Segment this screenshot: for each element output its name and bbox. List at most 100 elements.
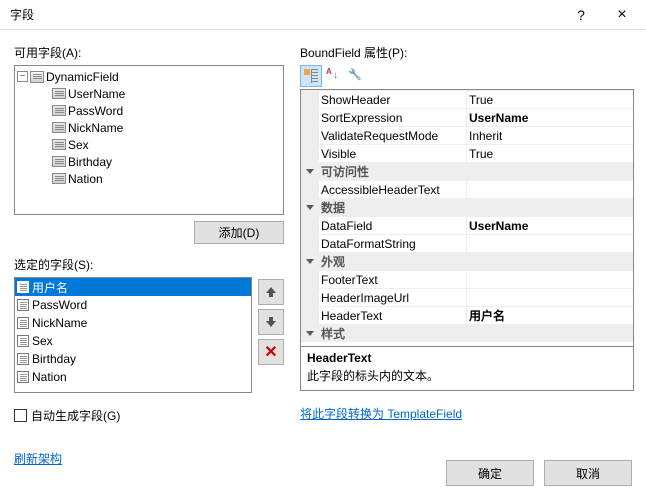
category-label: 可访问性 (319, 163, 467, 180)
field-icon (52, 156, 66, 167)
selected-fields-list[interactable]: 用户名 PassWord NickName Sex Birthday Nation (14, 277, 252, 393)
property-value[interactable] (467, 181, 633, 198)
property-row[interactable]: HeaderImageUrl (301, 288, 633, 306)
expand-icon (306, 331, 314, 336)
ok-button[interactable]: 确定 (446, 460, 534, 486)
tree-item-label: Nation (68, 172, 103, 186)
property-name: DataFormatString (319, 235, 467, 252)
window-title: 字段 (10, 6, 562, 23)
add-button[interactable]: 添加(D) (194, 221, 284, 244)
property-description: HeaderText 此字段的标头内的文本。 (300, 347, 634, 391)
list-item[interactable]: Nation (15, 368, 251, 386)
property-row[interactable]: ShowHeaderTrue (301, 90, 633, 108)
expand-icon (306, 205, 314, 210)
tree-item[interactable]: NickName (15, 119, 283, 136)
categorized-icon (304, 69, 318, 83)
property-value[interactable] (467, 271, 633, 288)
property-category[interactable]: 数据 (301, 198, 633, 216)
refresh-schema-link[interactable]: 刷新架构 (14, 452, 62, 466)
property-grid[interactable]: ShowHeaderTrueSortExpressionUserNameVali… (300, 89, 634, 347)
field-icon (52, 105, 66, 116)
list-item[interactable]: Birthday (15, 350, 251, 368)
property-value[interactable] (467, 235, 633, 252)
list-item-icon (17, 353, 29, 365)
property-value[interactable]: True (467, 91, 633, 108)
property-pages-button[interactable] (344, 65, 366, 87)
property-toolbar (300, 65, 634, 87)
property-value[interactable]: UserName (467, 109, 633, 126)
move-down-button[interactable] (258, 309, 284, 335)
close-button[interactable]: × (600, 1, 644, 29)
tree-item-label: PassWord (68, 104, 123, 118)
cancel-button[interactable]: 取消 (544, 460, 632, 486)
tree-item-label: NickName (68, 121, 123, 135)
list-item[interactable]: 用户名 (15, 278, 251, 296)
auto-generate-label: 自动生成字段(G) (31, 407, 120, 424)
tree-item[interactable]: Sex (15, 136, 283, 153)
property-name: ShowHeader (319, 91, 467, 108)
property-name: AccessibleHeaderText (319, 181, 467, 198)
arrow-down-icon (264, 315, 278, 329)
property-value[interactable]: UserName (467, 217, 633, 234)
alphabetical-button[interactable] (322, 65, 344, 87)
category-label: 外观 (319, 253, 467, 270)
field-icon (52, 122, 66, 133)
auto-generate-checkbox[interactable] (14, 409, 27, 422)
convert-templatefield-link[interactable]: 将此字段转换为 TemplateField (300, 407, 462, 421)
property-value[interactable]: True (467, 145, 633, 162)
list-item[interactable]: PassWord (15, 296, 251, 314)
list-item[interactable]: NickName (15, 314, 251, 332)
expand-icon (306, 169, 314, 174)
property-row[interactable]: AccessibleHeaderText (301, 180, 633, 198)
tree-root-label: DynamicField (46, 70, 119, 84)
property-name: SortExpression (319, 109, 467, 126)
list-item-label: PassWord (32, 298, 87, 312)
move-up-button[interactable] (258, 279, 284, 305)
tree-item[interactable]: Nation (15, 170, 283, 187)
category-label: 数据 (319, 199, 467, 216)
delete-x-icon: ✕ (264, 342, 277, 362)
property-row[interactable]: FooterText (301, 270, 633, 288)
tree-item[interactable]: Birthday (15, 153, 283, 170)
property-row[interactable]: DataFieldUserName (301, 216, 633, 234)
description-title: HeaderText (307, 351, 627, 365)
tree-item[interactable]: PassWord (15, 102, 283, 119)
property-name: HeaderImageUrl (319, 289, 467, 306)
property-value[interactable]: Inherit (467, 127, 633, 144)
property-name: FooterText (319, 271, 467, 288)
field-icon (52, 173, 66, 184)
property-row[interactable]: VisibleTrue (301, 144, 633, 162)
property-category[interactable]: 外观 (301, 252, 633, 270)
list-item-label: NickName (32, 316, 87, 330)
categorized-button[interactable] (300, 65, 322, 87)
tree-root[interactable]: − DynamicField (15, 68, 283, 85)
help-button[interactable]: ? (562, 1, 600, 29)
delete-button[interactable]: ✕ (258, 339, 284, 365)
list-item-icon (17, 371, 29, 383)
property-name: Visible (319, 145, 467, 162)
property-row[interactable]: HeaderText用户名 (301, 306, 633, 324)
property-row[interactable]: DataFormatString (301, 234, 633, 252)
tree-item[interactable]: UserName (15, 85, 283, 102)
list-item-label: 用户名 (32, 279, 68, 296)
available-fields-label: 可用字段(A): (14, 44, 284, 61)
list-item-label: Birthday (32, 352, 76, 366)
list-item-icon (17, 281, 29, 293)
tree-item-label: Birthday (68, 155, 112, 169)
list-item-label: Nation (32, 370, 67, 384)
arrow-up-icon (264, 285, 278, 299)
property-value[interactable]: 用户名 (467, 307, 633, 324)
alphabetical-icon (326, 69, 340, 83)
property-row[interactable]: SortExpressionUserName (301, 108, 633, 126)
list-item[interactable]: Sex (15, 332, 251, 350)
wrench-icon (348, 69, 362, 83)
property-category[interactable]: 样式 (301, 324, 633, 342)
collapse-icon[interactable]: − (17, 71, 28, 82)
list-item-label: Sex (32, 334, 53, 348)
property-row[interactable]: ValidateRequestModeInherit (301, 126, 633, 144)
tree-item-label: Sex (68, 138, 89, 152)
property-name: DataField (319, 217, 467, 234)
available-fields-tree[interactable]: − DynamicField UserName PassWord NickName S… (14, 65, 284, 215)
property-value[interactable] (467, 289, 633, 306)
property-category[interactable]: 可访问性 (301, 162, 633, 180)
